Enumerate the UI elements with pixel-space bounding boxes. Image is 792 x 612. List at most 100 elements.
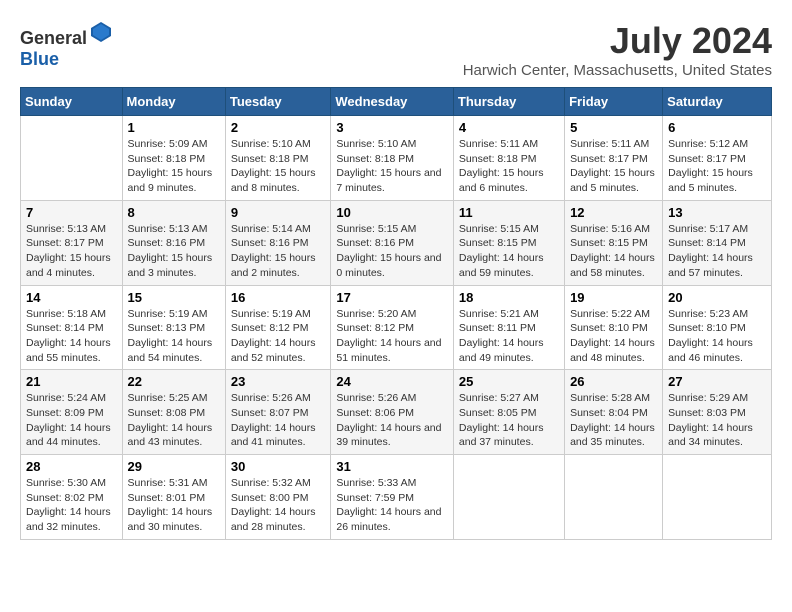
day-number: 7 [26, 205, 117, 220]
logo: General Blue [20, 20, 113, 70]
day-content: Sunrise: 5:25 AM Sunset: 8:08 PM Dayligh… [128, 391, 220, 450]
day-number: 6 [668, 120, 766, 135]
day-content: Sunrise: 5:15 AM Sunset: 8:15 PM Dayligh… [459, 222, 559, 281]
calendar-cell [453, 455, 564, 540]
day-content: Sunrise: 5:13 AM Sunset: 8:16 PM Dayligh… [128, 222, 220, 281]
calendar-body: 1 Sunrise: 5:09 AM Sunset: 8:18 PM Daylig… [21, 116, 772, 540]
day-number: 30 [231, 459, 326, 474]
calendar-cell: 12Sunrise: 5:16 AM Sunset: 8:15 PM Dayli… [565, 200, 663, 285]
day-content: Sunrise: 5:32 AM Sunset: 8:00 PM Dayligh… [231, 476, 326, 535]
calendar-cell: 26 Sunrise: 5:28 AM Sunset: 8:04 PM Dayli… [565, 370, 663, 455]
calendar-cell: 29Sunrise: 5:31 AM Sunset: 8:01 PM Dayli… [122, 455, 225, 540]
day-number: 20 [668, 290, 766, 305]
week-row-5: 28 Sunrise: 5:30 AM Sunset: 8:02 PM Dayli… [21, 455, 772, 540]
header-saturday: Saturday [663, 88, 772, 116]
day-content: Sunrise: 5:14 AM Sunset: 8:16 PM Dayligh… [231, 222, 326, 281]
calendar-cell: 23Sunrise: 5:26 AM Sunset: 8:07 PM Dayli… [225, 370, 331, 455]
day-content: Sunrise: 5:22 AM Sunset: 8:10 PM Dayligh… [570, 307, 657, 366]
calendar-cell: 24 Sunrise: 5:26 AM Sunset: 8:06 PM Dayli… [331, 370, 454, 455]
day-content: Sunrise: 5:19 AM Sunset: 8:12 PM Dayligh… [231, 307, 326, 366]
day-number: 10 [336, 205, 448, 220]
day-content: Sunrise: 5:09 AM Sunset: 8:18 PM Dayligh… [128, 137, 220, 196]
calendar-cell: 6Sunrise: 5:12 AM Sunset: 8:17 PM Daylig… [663, 116, 772, 201]
day-number: 11 [459, 205, 559, 220]
header-tuesday: Tuesday [225, 88, 331, 116]
day-content: Sunrise: 5:10 AM Sunset: 8:18 PM Dayligh… [231, 137, 326, 196]
day-number: 1 [128, 120, 220, 135]
day-content: Sunrise: 5:18 AM Sunset: 8:14 PM Dayligh… [26, 307, 117, 366]
day-number: 28 [26, 459, 117, 474]
logo-general: General [20, 31, 113, 48]
day-number: 2 [231, 120, 326, 135]
calendar-cell: 11 Sunrise: 5:15 AM Sunset: 8:15 PM Dayli… [453, 200, 564, 285]
day-content: Sunrise: 5:13 AM Sunset: 8:17 PM Dayligh… [26, 222, 117, 281]
day-content: Sunrise: 5:17 AM Sunset: 8:14 PM Dayligh… [668, 222, 766, 281]
day-content: Sunrise: 5:30 AM Sunset: 8:02 PM Dayligh… [26, 476, 117, 535]
calendar-cell: 16 Sunrise: 5:19 AM Sunset: 8:12 PM Dayli… [225, 285, 331, 370]
day-content: Sunrise: 5:28 AM Sunset: 8:04 PM Dayligh… [570, 391, 657, 450]
day-content: Sunrise: 5:24 AM Sunset: 8:09 PM Dayligh… [26, 391, 117, 450]
calendar-cell: 1 Sunrise: 5:09 AM Sunset: 8:18 PM Daylig… [122, 116, 225, 201]
header-friday: Friday [565, 88, 663, 116]
header-sunday: Sunday [21, 88, 123, 116]
calendar-header: SundayMondayTuesdayWednesdayThursdayFrid… [21, 88, 772, 116]
calendar-cell [21, 116, 123, 201]
calendar-cell: 27Sunrise: 5:29 AM Sunset: 8:03 PM Dayli… [663, 370, 772, 455]
calendar-cell: 14Sunrise: 5:18 AM Sunset: 8:14 PM Dayli… [21, 285, 123, 370]
day-number: 4 [459, 120, 559, 135]
calendar-cell: 4 Sunrise: 5:11 AM Sunset: 8:18 PM Daylig… [453, 116, 564, 201]
header-row: SundayMondayTuesdayWednesdayThursdayFrid… [21, 88, 772, 116]
calendar-cell: 19 Sunrise: 5:22 AM Sunset: 8:10 PM Dayli… [565, 285, 663, 370]
day-number: 12 [570, 205, 657, 220]
calendar-cell: 5Sunrise: 5:11 AM Sunset: 8:17 PM Daylig… [565, 116, 663, 201]
page-header: General Blue July 2024 Harwich Center, M… [20, 20, 772, 79]
calendar-cell: 9 Sunrise: 5:14 AM Sunset: 8:16 PM Daylig… [225, 200, 331, 285]
day-content: Sunrise: 5:21 AM Sunset: 8:11 PM Dayligh… [459, 307, 559, 366]
day-number: 3 [336, 120, 448, 135]
day-content: Sunrise: 5:27 AM Sunset: 8:05 PM Dayligh… [459, 391, 559, 450]
day-number: 24 [336, 374, 448, 389]
day-content: Sunrise: 5:11 AM Sunset: 8:17 PM Dayligh… [570, 137, 657, 196]
calendar-cell: 30 Sunrise: 5:32 AM Sunset: 8:00 PM Dayli… [225, 455, 331, 540]
day-content: Sunrise: 5:33 AM Sunset: 7:59 PM Dayligh… [336, 476, 448, 535]
day-number: 16 [231, 290, 326, 305]
calendar-cell [663, 455, 772, 540]
calendar-cell: 17Sunrise: 5:20 AM Sunset: 8:12 PM Dayli… [331, 285, 454, 370]
day-number: 26 [570, 374, 657, 389]
calendar-cell [565, 455, 663, 540]
calendar-table: SundayMondayTuesdayWednesdayThursdayFrid… [20, 87, 772, 540]
calendar-cell: 18 Sunrise: 5:21 AM Sunset: 8:11 PM Dayli… [453, 285, 564, 370]
day-number: 31 [336, 459, 448, 474]
day-content: Sunrise: 5:29 AM Sunset: 8:03 PM Dayligh… [668, 391, 766, 450]
day-number: 9 [231, 205, 326, 220]
day-number: 18 [459, 290, 559, 305]
day-number: 17 [336, 290, 448, 305]
calendar-cell: 8 Sunrise: 5:13 AM Sunset: 8:16 PM Daylig… [122, 200, 225, 285]
day-content: Sunrise: 5:11 AM Sunset: 8:18 PM Dayligh… [459, 137, 559, 196]
day-number: 8 [128, 205, 220, 220]
header-wednesday: Wednesday [331, 88, 454, 116]
calendar-cell: 13 Sunrise: 5:17 AM Sunset: 8:14 PM Dayli… [663, 200, 772, 285]
calendar-cell: 31 Sunrise: 5:33 AM Sunset: 7:59 PM Dayli… [331, 455, 454, 540]
week-row-1: 1 Sunrise: 5:09 AM Sunset: 8:18 PM Daylig… [21, 116, 772, 201]
calendar-cell: 20 Sunrise: 5:23 AM Sunset: 8:10 PM Dayli… [663, 285, 772, 370]
day-number: 22 [128, 374, 220, 389]
day-number: 15 [128, 290, 220, 305]
day-number: 19 [570, 290, 657, 305]
location-title: Harwich Center, Massachusetts, United St… [463, 62, 772, 79]
header-thursday: Thursday [453, 88, 564, 116]
day-number: 25 [459, 374, 559, 389]
week-row-4: 21 Sunrise: 5:24 AM Sunset: 8:09 PM Dayli… [21, 370, 772, 455]
day-number: 29 [128, 459, 220, 474]
day-number: 13 [668, 205, 766, 220]
day-content: Sunrise: 5:23 AM Sunset: 8:10 PM Dayligh… [668, 307, 766, 366]
calendar-cell: 7 Sunrise: 5:13 AM Sunset: 8:17 PM Daylig… [21, 200, 123, 285]
header-monday: Monday [122, 88, 225, 116]
day-content: Sunrise: 5:19 AM Sunset: 8:13 PM Dayligh… [128, 307, 220, 366]
day-content: Sunrise: 5:26 AM Sunset: 8:06 PM Dayligh… [336, 391, 448, 450]
week-row-3: 14Sunrise: 5:18 AM Sunset: 8:14 PM Dayli… [21, 285, 772, 370]
day-number: 21 [26, 374, 117, 389]
day-content: Sunrise: 5:10 AM Sunset: 8:18 PM Dayligh… [336, 137, 448, 196]
calendar-cell: 28 Sunrise: 5:30 AM Sunset: 8:02 PM Dayli… [21, 455, 123, 540]
day-content: Sunrise: 5:26 AM Sunset: 8:07 PM Dayligh… [231, 391, 326, 450]
